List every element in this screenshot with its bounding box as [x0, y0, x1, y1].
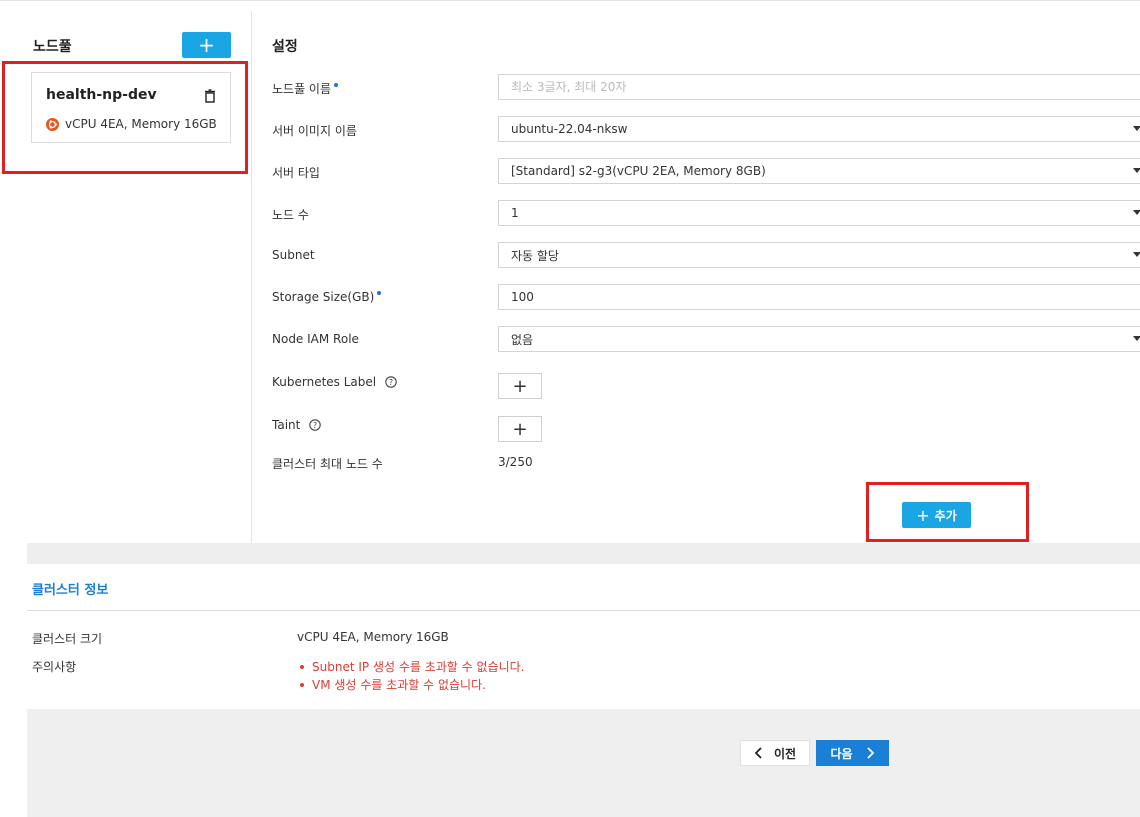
help-circle-icon[interactable]: ?: [385, 376, 397, 388]
add-nodepool-button[interactable]: +: [182, 32, 231, 58]
warning-text: Subnet IP 생성 수를 초과할 수 없습니다.: [312, 660, 525, 674]
cluster-size-label: 클러스터 크기: [32, 632, 103, 646]
node-count-value: 1: [511, 206, 519, 220]
plus-icon: +: [916, 505, 930, 525]
help-circle-icon[interactable]: ?: [309, 419, 322, 431]
notes-label: 주의사항: [32, 660, 77, 674]
node-count-label: 노드 수: [272, 208, 309, 222]
server-image-value: ubuntu-22.04-nksw: [511, 122, 628, 136]
kubernetes-label-text: Kubernetes Label: [272, 375, 377, 389]
ubuntu-icon: [46, 117, 59, 131]
page: 노드풀 + health-np-dev vCPU 4EA, Memory 16G…: [0, 0, 1140, 817]
caret-down-icon: [1133, 252, 1140, 257]
nodepool-card[interactable]: health-np-dev vCPU 4EA, Memory 16GB: [31, 72, 231, 143]
cluster-max-nodes-label: 클러스터 최대 노드 수: [272, 457, 383, 471]
settings-title: 설정: [272, 39, 298, 55]
server-type-label: 서버 타입: [272, 166, 320, 180]
storage-size-field[interactable]: 100: [498, 284, 1140, 310]
settings-panel: 설정 노드풀 이름 서버 이미지 이름 ubuntu-22.04-nksw 서버…: [252, 11, 1140, 544]
bullet-icon: [300, 682, 304, 687]
nodepool-list-title: 노드풀: [33, 39, 72, 55]
divider: [27, 610, 1140, 611]
taint-label: Taint ?: [272, 418, 322, 432]
kubernetes-label-label: Kubernetes Label ?: [272, 375, 397, 389]
bullet-icon: [300, 664, 304, 669]
caret-down-icon: [1133, 168, 1140, 173]
required-dot: [334, 82, 339, 87]
node-iam-role-value: 없음: [511, 332, 534, 347]
cluster-size-value: vCPU 4EA, Memory 16GB: [297, 630, 449, 644]
nodepool-name-label: 노드풀 이름: [272, 80, 339, 97]
svg-text:?: ?: [389, 378, 393, 387]
subnet-select[interactable]: 자동 할당: [498, 242, 1140, 268]
cluster-max-nodes-value: 3/250: [498, 455, 533, 469]
subnet-label: Subnet: [272, 248, 315, 262]
nodepool-config-section: 노드풀 + health-np-dev vCPU 4EA, Memory 16G…: [0, 0, 1140, 544]
required-dot: [377, 291, 382, 295]
node-iam-role-select[interactable]: 없음: [498, 326, 1140, 352]
storage-size-value: 100: [511, 290, 534, 304]
section-separator: [27, 543, 1140, 564]
nodepool-spec: vCPU 4EA, Memory 16GB: [46, 117, 217, 131]
add-taint-button[interactable]: +: [498, 416, 542, 442]
nodepool-spec-text: vCPU 4EA, Memory 16GB: [65, 117, 217, 131]
svg-text:?: ?: [313, 421, 317, 430]
warning-item: Subnet IP 생성 수를 초과할 수 없습니다.: [300, 658, 525, 675]
chevron-left-icon: [754, 747, 762, 759]
cluster-info-section: 클러스터 정보 클러스터 크기 vCPU 4EA, Memory 16GB 주의…: [27, 564, 1140, 709]
plus-icon: +: [512, 375, 528, 397]
storage-size-label-text: Storage Size(GB): [272, 290, 375, 304]
caret-down-icon: [1133, 126, 1140, 131]
server-type-value: [Standard] s2-g3(vCPU 2EA, Memory 8GB): [511, 164, 766, 178]
caret-down-icon: [1133, 210, 1140, 215]
nodepool-name: health-np-dev: [46, 87, 157, 103]
nodepool-name-label-text: 노드풀 이름: [272, 82, 332, 96]
subnet-value: 자동 할당: [511, 248, 559, 263]
nodepool-name-input[interactable]: [511, 80, 1140, 94]
trash-icon[interactable]: [204, 89, 216, 103]
server-image-label: 서버 이미지 이름: [272, 124, 357, 138]
warning-item: VM 생성 수를 초과할 수 없습니다.: [300, 676, 486, 693]
plus-icon: +: [198, 33, 215, 57]
warning-text: VM 생성 수를 초과할 수 없습니다.: [312, 678, 486, 692]
node-count-select[interactable]: 1: [498, 200, 1140, 226]
nodepool-list-panel: 노드풀 + health-np-dev vCPU 4EA, Memory 16G…: [0, 11, 252, 544]
nodepool-name-field[interactable]: [498, 74, 1140, 100]
node-iam-role-label: Node IAM Role: [272, 332, 359, 346]
chevron-right-icon: [866, 747, 874, 759]
storage-size-label: Storage Size(GB): [272, 290, 382, 304]
footer-bar: 이전 다음: [27, 709, 1140, 817]
add-kubernetes-label-button[interactable]: +: [498, 373, 542, 399]
add-button-label: 추가: [934, 508, 957, 523]
next-button[interactable]: 다음: [816, 740, 889, 766]
prev-button[interactable]: 이전: [740, 740, 810, 766]
taint-label-text: Taint: [272, 418, 301, 432]
server-type-select[interactable]: [Standard] s2-g3(vCPU 2EA, Memory 8GB): [498, 158, 1140, 184]
plus-icon: +: [512, 418, 528, 440]
caret-down-icon: [1133, 336, 1140, 341]
server-image-select[interactable]: ubuntu-22.04-nksw: [498, 116, 1140, 142]
cluster-info-title: 클러스터 정보: [32, 583, 109, 598]
next-button-label: 다음: [830, 746, 853, 761]
add-nodepool-submit-button[interactable]: + 추가: [902, 502, 971, 528]
prev-button-label: 이전: [773, 746, 797, 761]
